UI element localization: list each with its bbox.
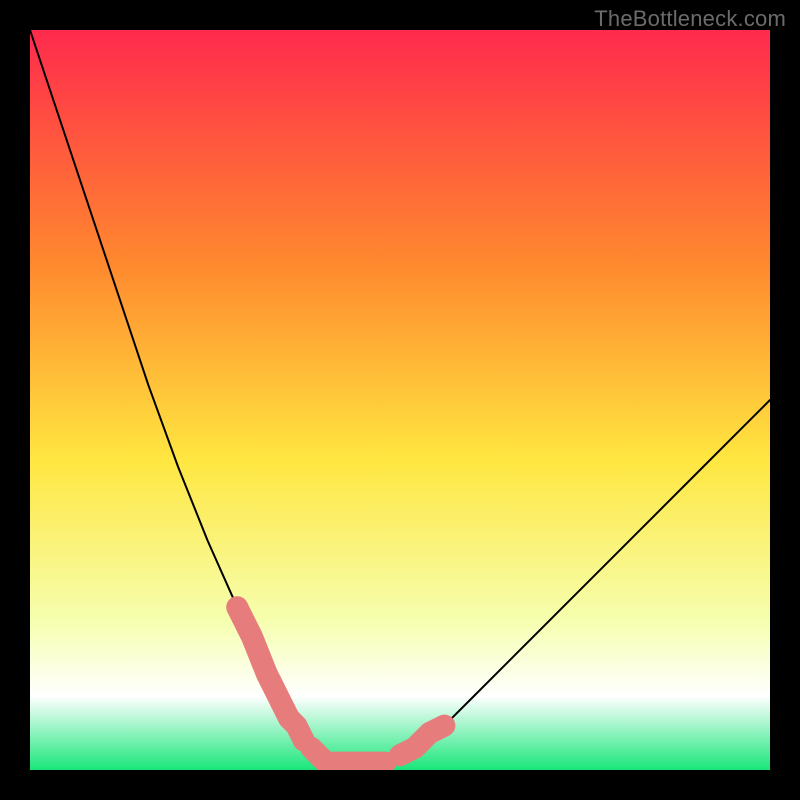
watermark-text: TheBottleneck.com xyxy=(594,6,786,32)
gradient-background xyxy=(30,30,770,770)
plot-area xyxy=(30,30,770,770)
plot-svg xyxy=(30,30,770,770)
chart-stage: TheBottleneck.com xyxy=(0,0,800,800)
